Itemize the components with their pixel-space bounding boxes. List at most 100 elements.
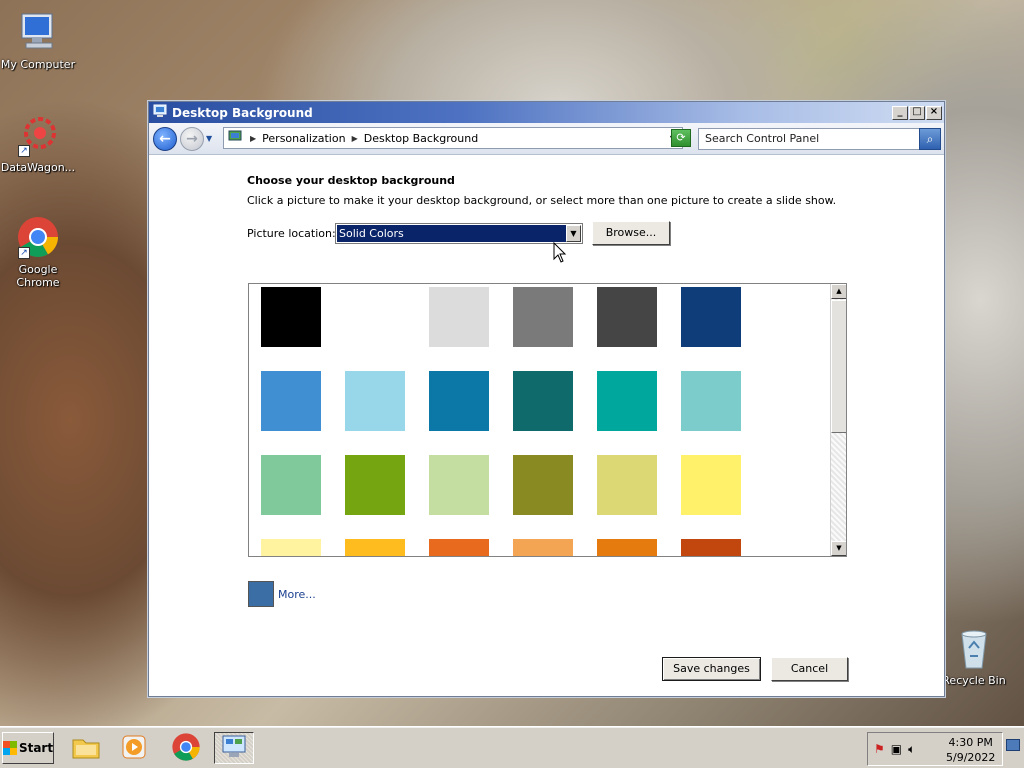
- color-swatch[interactable]: [261, 287, 321, 347]
- control-panel-small-icon: [228, 130, 244, 147]
- picture-location-select[interactable]: Solid Colors ▼: [335, 223, 583, 244]
- taskbar: Start ⚑ ▣ 🔈︎ 4:30 PM 5/9/2022: [0, 726, 1024, 768]
- color-swatch[interactable]: [345, 539, 405, 556]
- datawagon-icon: ↗: [16, 113, 60, 157]
- search-icon: ⌕: [926, 132, 934, 146]
- mouse-cursor-icon: [553, 242, 567, 263]
- forward-button[interactable]: →: [180, 126, 204, 151]
- recent-pages-dropdown[interactable]: ▼: [206, 134, 212, 143]
- refresh-button[interactable]: ⟳: [671, 129, 691, 147]
- media-player-icon: [120, 733, 148, 764]
- recycle-bin-icon: [952, 626, 996, 670]
- taskbar-media-player-button[interactable]: [114, 732, 154, 764]
- action-center-flag-icon[interactable]: ⚑: [874, 742, 885, 757]
- back-button[interactable]: ←: [153, 126, 177, 151]
- color-swatch[interactable]: [429, 455, 489, 515]
- breadcrumb-separator-icon[interactable]: ▶: [250, 134, 256, 143]
- scroll-up-button[interactable]: ▲: [831, 284, 846, 299]
- picture-location-value: Solid Colors: [337, 225, 566, 242]
- color-swatch[interactable]: [513, 371, 573, 431]
- search-input[interactable]: Search Control Panel: [698, 128, 920, 150]
- color-swatch[interactable]: [513, 287, 573, 347]
- forward-arrow-icon: →: [186, 130, 198, 147]
- color-swatch[interactable]: [261, 455, 321, 515]
- color-swatch[interactable]: [681, 287, 741, 347]
- save-changes-button[interactable]: Save changes: [662, 657, 761, 681]
- color-swatch[interactable]: [681, 371, 741, 431]
- back-arrow-icon: ←: [159, 130, 171, 147]
- color-swatch[interactable]: [597, 371, 657, 431]
- color-swatch[interactable]: [345, 371, 405, 431]
- color-swatch[interactable]: [513, 455, 573, 515]
- color-swatch[interactable]: [261, 539, 321, 556]
- color-swatch[interactable]: [261, 371, 321, 431]
- picture-location-label: Picture location:: [247, 227, 336, 240]
- page-heading: Choose your desktop background: [247, 174, 455, 187]
- folder-icon: [71, 734, 101, 763]
- taskbar-chrome-button[interactable]: [166, 732, 206, 764]
- scroll-thumb[interactable]: [831, 300, 846, 433]
- color-swatch[interactable]: [513, 539, 573, 556]
- system-tray: ⚑ ▣ 🔈︎ 4:30 PM 5/9/2022: [867, 732, 1003, 766]
- color-swatch[interactable]: [429, 371, 489, 431]
- taskbar-control-panel-button[interactable]: [214, 732, 254, 764]
- network-icon[interactable]: ▣: [891, 742, 902, 757]
- taskbar-explorer-button[interactable]: [66, 732, 106, 764]
- start-label: Start: [18, 741, 54, 755]
- breadcrumb-desktop-background[interactable]: Desktop Background: [364, 132, 479, 145]
- main-content: Choose your desktop background Click a p…: [149, 156, 944, 696]
- close-button[interactable]: ×: [926, 105, 942, 120]
- start-button[interactable]: Start: [2, 732, 54, 764]
- desktop-icon-my-computer[interactable]: My Computer: [0, 10, 78, 71]
- color-swatch-list: ▲ ▼: [248, 283, 847, 557]
- instruction-text: Click a picture to make it your desktop …: [247, 194, 837, 207]
- address-bar: ← → ▼ ▶ Personalization ▶ Desktop Backgr…: [149, 123, 944, 155]
- control-panel-icon: [220, 734, 248, 763]
- vertical-scrollbar[interactable]: ▲ ▼: [830, 284, 846, 556]
- more-colors-link[interactable]: More...: [278, 588, 316, 601]
- color-swatch[interactable]: [681, 539, 741, 556]
- desktop-icon-label: Google Chrome: [16, 263, 60, 289]
- desktop-icon-recycle-bin[interactable]: Recycle Bin: [934, 626, 1014, 687]
- clock-date: 5/9/2022: [946, 751, 996, 764]
- desktop-icon-label: Recycle Bin: [942, 674, 1006, 687]
- color-swatch[interactable]: [597, 539, 657, 556]
- browse-button[interactable]: Browse...: [592, 221, 670, 245]
- windows-logo-icon: [2, 741, 17, 755]
- show-desktop-button[interactable]: [1006, 739, 1020, 751]
- breadcrumb-personalization[interactable]: Personalization: [262, 132, 345, 145]
- chrome-icon: ↗: [16, 215, 60, 259]
- color-swatch[interactable]: [429, 539, 489, 556]
- title-bar[interactable]: Desktop Background _ □ ×: [149, 102, 944, 123]
- shortcut-arrow-icon: ↗: [18, 247, 30, 259]
- swatch-grid: [261, 287, 741, 556]
- window-title: Desktop Background: [172, 105, 313, 120]
- control-panel-icon: [153, 104, 167, 121]
- color-swatch[interactable]: [681, 455, 741, 515]
- chevron-down-icon[interactable]: ▼: [566, 225, 581, 242]
- color-swatch[interactable]: [345, 455, 405, 515]
- minimize-button[interactable]: _: [892, 105, 908, 120]
- desktop-icon-google-chrome[interactable]: ↗ Google Chrome: [0, 215, 78, 289]
- color-swatch[interactable]: [597, 287, 657, 347]
- refresh-icon: ⟳: [676, 131, 686, 144]
- desktop-background-window: Desktop Background _ □ × ← → ▼ ▶ Persona…: [148, 101, 945, 697]
- scroll-down-button[interactable]: ▼: [831, 541, 846, 556]
- search-button[interactable]: ⌕: [919, 128, 941, 150]
- color-swatch[interactable]: [345, 287, 405, 347]
- color-swatch[interactable]: [429, 287, 489, 347]
- breadcrumb-separator-icon[interactable]: ▶: [352, 134, 358, 143]
- volume-icon[interactable]: 🔈︎: [908, 742, 915, 757]
- more-colors-swatch[interactable]: [248, 581, 274, 607]
- computer-icon: [16, 10, 60, 54]
- desktop-icon-label: My Computer: [0, 58, 76, 71]
- breadcrumb[interactable]: ▶ Personalization ▶ Desktop Background ▼: [223, 127, 683, 149]
- desktop-icon-datawagon[interactable]: ↗ DataWagon...: [0, 113, 78, 174]
- chrome-icon: [171, 732, 201, 765]
- cancel-button[interactable]: Cancel: [771, 657, 848, 681]
- maximize-button[interactable]: □: [909, 105, 925, 120]
- shortcut-arrow-icon: ↗: [18, 145, 30, 157]
- clock[interactable]: 4:30 PM 5/9/2022: [946, 735, 995, 765]
- clock-time: 4:30 PM: [948, 736, 993, 749]
- color-swatch[interactable]: [597, 455, 657, 515]
